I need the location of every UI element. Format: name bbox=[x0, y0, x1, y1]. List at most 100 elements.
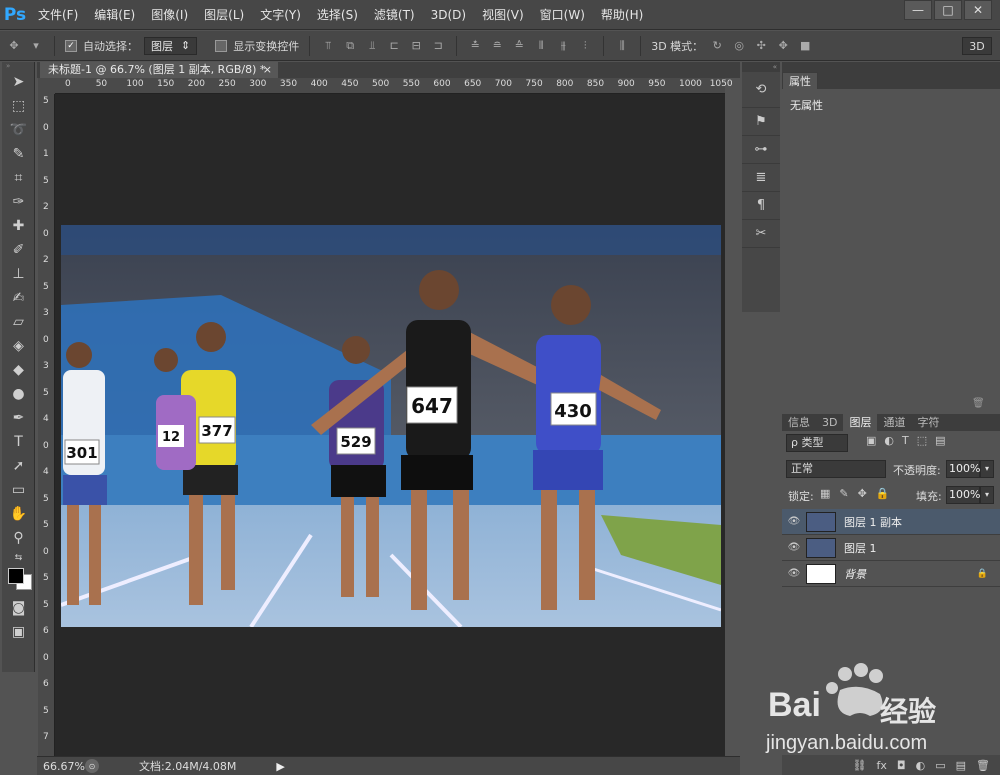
close-tab-icon[interactable]: × bbox=[263, 62, 272, 78]
adjustment-layer-icon[interactable]: ◐ bbox=[916, 759, 926, 772]
lock-all-icon[interactable]: 🔒 bbox=[876, 487, 890, 500]
healing-brush-icon[interactable]: ✚ bbox=[2, 214, 35, 238]
fill-arrow-icon[interactable]: ▾ bbox=[980, 486, 994, 504]
collapse-icon[interactable]: » bbox=[2, 62, 34, 70]
lasso-tool-icon[interactable]: ➰ bbox=[2, 118, 35, 142]
type-tool-icon[interactable]: T bbox=[2, 430, 35, 454]
minimize-button[interactable]: — bbox=[904, 0, 932, 20]
layer-row[interactable]: 👁 图层 1 副本 bbox=[782, 509, 1000, 535]
tab-character[interactable]: 字符 bbox=[911, 414, 945, 431]
distribute-left-icon[interactable]: ⫴ bbox=[533, 38, 549, 54]
visibility-eye-icon[interactable]: 👁 bbox=[782, 542, 806, 553]
fill-field[interactable]: 100% bbox=[946, 486, 980, 504]
clone-stamp-icon[interactable]: ⊥ bbox=[2, 262, 35, 286]
pen-tool-icon[interactable]: ✒ bbox=[2, 406, 35, 430]
align-right-icon[interactable]: ⊐ bbox=[430, 38, 446, 54]
rotate-3d-icon[interactable]: ↻ bbox=[709, 38, 725, 54]
tool-presets-icon[interactable]: ⚑ bbox=[742, 108, 780, 136]
distribute-right-icon[interactable]: ⫶ bbox=[577, 38, 593, 54]
clone-source-icon[interactable]: ≣ bbox=[742, 164, 780, 192]
layer-filter-dropdown[interactable]: ρ 类型 bbox=[786, 434, 848, 452]
brush-tool-icon[interactable]: ✐ bbox=[2, 238, 35, 262]
lock-transparent-icon[interactable]: ▦ bbox=[820, 487, 830, 500]
ruler-origin[interactable] bbox=[38, 78, 55, 94]
distribute-bottom-icon[interactable]: ≙ bbox=[511, 38, 527, 54]
paint-bucket-icon[interactable]: ◈ bbox=[2, 334, 35, 358]
auto-select-dropdown[interactable]: 图层 ⇕ bbox=[144, 36, 198, 55]
blur-tool-icon[interactable]: ◆ bbox=[2, 358, 35, 382]
tab-info[interactable]: 信息 bbox=[782, 414, 816, 431]
workspace-3d-button[interactable]: 3D bbox=[962, 37, 992, 55]
eraser-tool-icon[interactable]: ▱ bbox=[2, 310, 35, 334]
close-button[interactable]: ✕ bbox=[964, 0, 992, 20]
blend-mode-dropdown[interactable]: 正常 bbox=[786, 460, 886, 478]
new-group-icon[interactable]: ▭ bbox=[935, 759, 945, 772]
shape-filter-icon[interactable]: ⬚ bbox=[917, 434, 927, 447]
swap-colors-icon[interactable]: ⇆ bbox=[2, 550, 35, 566]
menu-item[interactable]: 滤镜(T) bbox=[366, 0, 423, 30]
tools-scissors-icon[interactable]: ✂ bbox=[742, 220, 780, 248]
dock-collapse-icon[interactable]: « bbox=[742, 62, 780, 72]
lock-position-icon[interactable]: ✥ bbox=[858, 487, 867, 500]
distribute-top-icon[interactable]: ≛ bbox=[467, 38, 483, 54]
slide-3d-icon[interactable]: ✥ bbox=[775, 38, 791, 54]
path-select-icon[interactable]: ➚ bbox=[2, 454, 35, 478]
opacity-field[interactable]: 100% bbox=[946, 460, 980, 478]
rectangle-tool-icon[interactable]: ▭ bbox=[2, 478, 35, 502]
adjustments-icon[interactable]: ⊶ bbox=[742, 136, 780, 164]
document-tab[interactable]: 未标题-1 @ 66.7% (图层 1 副本, RGB/8) * × bbox=[40, 62, 278, 78]
auto-select-checkbox[interactable]: ✓ bbox=[65, 39, 77, 52]
distribute-hcenter-icon[interactable]: ⫵ bbox=[555, 38, 571, 54]
tab-channels[interactable]: 通道 bbox=[877, 414, 911, 431]
visibility-eye-icon[interactable]: 👁 bbox=[782, 568, 806, 579]
pixel-filter-icon[interactable]: ▣ bbox=[866, 434, 876, 447]
menu-item[interactable]: 帮助(H) bbox=[593, 0, 651, 30]
eyedropper-tool-icon[interactable]: ✑ bbox=[2, 190, 35, 214]
menu-item[interactable]: 图层(L) bbox=[196, 0, 252, 30]
show-transform-checkbox[interactable] bbox=[215, 39, 228, 52]
camera-3d-icon[interactable]: ■ bbox=[797, 38, 813, 54]
screen-mode-icon[interactable]: ▣ bbox=[2, 620, 35, 644]
align-hcenter-icon[interactable]: ⊟ bbox=[408, 38, 424, 54]
layer-style-icon[interactable]: fx bbox=[877, 759, 887, 772]
visibility-eye-icon[interactable]: 👁 bbox=[782, 516, 806, 527]
layer-row[interactable]: 👁 图层 1 bbox=[782, 535, 1000, 561]
vertical-ruler[interactable]: 5 0 1 5 2 0 2 5 3 0 3 5 4 0 4 5 5 0 5 5 6 0 6 5 7 bbox=[38, 94, 55, 756]
delete-icon[interactable]: 🗑 bbox=[972, 398, 985, 409]
crop-tool-icon[interactable]: ⌗ bbox=[2, 166, 35, 190]
menu-item[interactable]: 文件(F) bbox=[30, 0, 86, 30]
align-vcenter-icon[interactable]: ⧉ bbox=[342, 38, 358, 54]
foreground-color-swatch[interactable] bbox=[8, 568, 24, 584]
layer-row[interactable]: 👁 背景 🔒 bbox=[782, 561, 1000, 587]
status-info-icon[interactable]: ⊙ bbox=[85, 759, 99, 773]
menu-item[interactable]: 文字(Y) bbox=[252, 0, 309, 30]
adjustment-filter-icon[interactable]: ◐ bbox=[884, 434, 894, 447]
zoom-tool-icon[interactable]: ⚲ bbox=[2, 526, 35, 550]
menu-item[interactable]: 编辑(E) bbox=[86, 0, 143, 30]
tab-3d[interactable]: 3D bbox=[816, 414, 843, 431]
distribute-vcenter-icon[interactable]: ≘ bbox=[489, 38, 505, 54]
roll-3d-icon[interactable]: ◎ bbox=[731, 38, 747, 54]
chevron-down-icon[interactable]: ▾ bbox=[28, 38, 44, 54]
history-panel-icon[interactable]: ⟲ bbox=[742, 72, 780, 108]
move-tool-icon[interactable]: ✥ bbox=[6, 38, 22, 54]
menu-item[interactable]: 3D(D) bbox=[423, 0, 474, 30]
delete-layer-icon[interactable]: 🗑 bbox=[976, 759, 990, 772]
lock-pixels-icon[interactable]: ✎ bbox=[839, 487, 848, 500]
history-brush-icon[interactable]: ✍ bbox=[2, 286, 35, 310]
type-filter-icon[interactable]: T bbox=[902, 434, 909, 447]
move-tool-icon[interactable]: ➤ bbox=[2, 70, 35, 94]
align-bottom-icon[interactable]: ⫫ bbox=[364, 38, 380, 54]
menu-item[interactable]: 视图(V) bbox=[474, 0, 532, 30]
zoom-level[interactable]: 66.67% bbox=[37, 760, 85, 773]
menu-item[interactable]: 窗口(W) bbox=[532, 0, 593, 30]
auto-align-icon[interactable]: ⫼ bbox=[614, 38, 630, 54]
hand-tool-icon[interactable]: ✋ bbox=[2, 502, 35, 526]
quick-mask-icon[interactable]: ◙ bbox=[2, 596, 35, 620]
menu-item[interactable]: 选择(S) bbox=[309, 0, 366, 30]
restore-button[interactable]: □ bbox=[934, 0, 962, 20]
status-menu-arrow-icon[interactable]: ▶ bbox=[276, 760, 284, 773]
new-layer-icon[interactable]: ▤ bbox=[956, 759, 966, 772]
drag-3d-icon[interactable]: ✣ bbox=[753, 38, 769, 54]
quick-select-tool-icon[interactable]: ✎ bbox=[2, 142, 35, 166]
